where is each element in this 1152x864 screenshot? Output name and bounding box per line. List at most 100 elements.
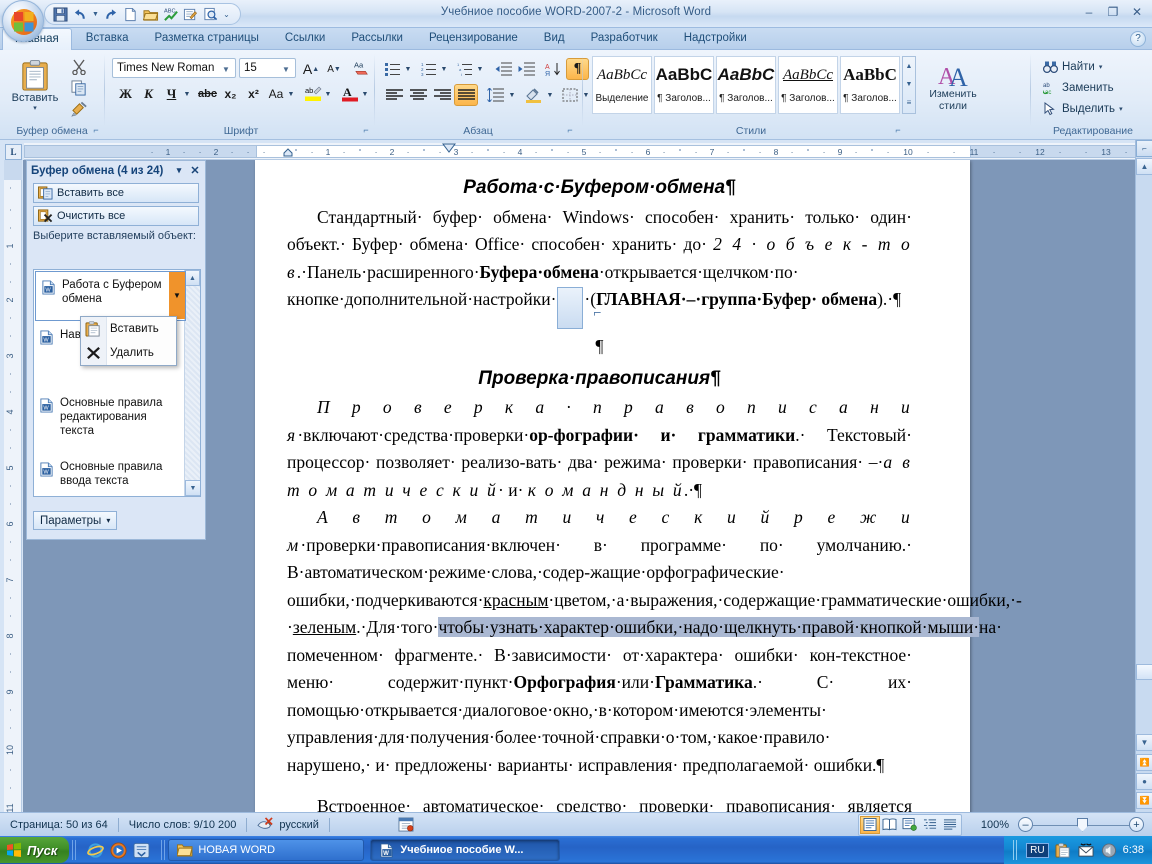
tab-vid[interactable]: Вид <box>532 28 577 50</box>
volume-tray-icon[interactable] <box>1101 843 1117 858</box>
shrink-font-button[interactable]: A▼ <box>323 58 345 80</box>
zoom-slider-track[interactable] <box>1033 818 1129 832</box>
clipboard-dialog-launcher[interactable]: ⌐ <box>90 124 102 136</box>
tray-clock[interactable]: 6:38 <box>1123 844 1144 856</box>
replace-button[interactable]: ab ac Заменить <box>1038 77 1146 98</box>
find-dropdown-arrow[interactable]: ▾ <box>1099 63 1103 71</box>
font-size-dropdown-arrow[interactable]: ▼ <box>279 59 293 79</box>
view-web-layout-button[interactable] <box>900 816 920 834</box>
font-dialog-launcher[interactable]: ⌐ <box>360 124 372 136</box>
view-draft-button[interactable] <box>940 816 960 834</box>
font-color-dropdown[interactable]: ▼ <box>359 83 371 105</box>
next-page-button[interactable]: ⏬ <box>1136 792 1152 809</box>
multilevel-list-button[interactable]: 1ai <box>454 58 476 80</box>
grow-font-button[interactable]: A▲ <box>300 58 322 80</box>
help-button[interactable]: ? <box>1130 31 1146 47</box>
find-button[interactable]: Найти ▾ <box>1038 56 1146 77</box>
zoom-level-label[interactable]: 100% <box>972 815 1018 834</box>
clipboard-list-scrollbar[interactable]: ▲ ▼ <box>184 270 200 496</box>
right-indent-marker[interactable] <box>440 143 460 155</box>
language-indicator[interactable]: RU <box>1026 843 1048 858</box>
taskbar-item-word[interactable]: W Учебниое пособие W... <box>370 839 560 861</box>
document-vertical-scrollbar[interactable]: ⌐ ▲ ▼ ⏫ ● ⏬ <box>1135 140 1152 812</box>
close-button[interactable]: ✕ <box>1126 3 1148 20</box>
change-case-dropdown[interactable]: ▼ <box>285 83 297 105</box>
scroll-up-button[interactable]: ▲ <box>1136 158 1152 175</box>
scroll-down-button[interactable]: ▼ <box>1136 734 1152 751</box>
context-menu-item-delete[interactable]: Удалить <box>81 341 176 365</box>
document-page[interactable]: Работа·с·Буфером·обмена¶ Стандартный· бу… <box>255 160 970 812</box>
underline-dropdown[interactable]: ▼ <box>181 83 193 105</box>
paste-dropdown-arrow[interactable]: ▾ <box>33 104 37 112</box>
first-line-indent-marker[interactable] <box>280 143 310 160</box>
status-word-count[interactable]: Число слов: 9/10 200 <box>119 815 247 834</box>
mail-tray-icon[interactable] <box>1077 843 1095 858</box>
show-desktop-icon[interactable] <box>133 842 150 859</box>
context-menu-item-paste[interactable]: Вставить <box>81 317 176 341</box>
tab-razmetka-stranicy[interactable]: Разметка страницы <box>143 28 271 50</box>
minimize-button[interactable]: – <box>1078 3 1100 20</box>
view-outline-button[interactable] <box>920 816 940 834</box>
underline-button[interactable]: Ч <box>160 83 183 105</box>
select-dropdown-arrow[interactable]: ▾ <box>1119 105 1123 113</box>
bullets-dropdown[interactable]: ▼ <box>402 58 414 80</box>
styles-more-button[interactable]: ≡ <box>903 93 915 111</box>
paragraph-dialog-launcher[interactable]: ⌐ <box>564 124 576 136</box>
view-print-layout-button[interactable] <box>860 816 880 834</box>
status-page-indicator[interactable]: Страница: 50 из 64 <box>0 815 118 834</box>
previous-page-button[interactable]: ⏫ <box>1136 754 1152 771</box>
strikethrough-button[interactable]: abc <box>196 83 219 105</box>
view-full-screen-reading-button[interactable] <box>880 816 900 834</box>
shading-dropdown[interactable]: ▼ <box>544 84 556 106</box>
style-item-0[interactable]: AaBbCc Выделение <box>592 56 652 114</box>
increase-indent-button[interactable] <box>515 58 538 80</box>
clipboard-scroll-down-button[interactable]: ▼ <box>185 480 201 496</box>
clipboard-items-list[interactable]: ▲ ▼ W Работа с Буфером обмена ▼ W Нав <box>33 269 201 497</box>
zoom-out-button[interactable]: – <box>1018 817 1033 832</box>
multilevel-dropdown[interactable]: ▼ <box>474 58 486 80</box>
status-proofing-indicator[interactable]: русский <box>247 815 328 834</box>
clipboard-item-0[interactable]: W Работа с Буфером обмена ▼ <box>35 271 186 321</box>
p3-selected-text[interactable]: чтобы·узнать·характер·ошибки,·надо·щелкн… <box>438 617 979 637</box>
change-case-button[interactable]: Aa <box>265 83 287 105</box>
paste-all-button[interactable]: Вставить все <box>33 183 199 203</box>
start-button[interactable]: Пуск <box>0 837 69 863</box>
clear-formatting-button[interactable]: Aa <box>351 57 375 80</box>
highlight-dropdown[interactable]: ▼ <box>322 83 334 105</box>
bullets-button[interactable] <box>382 58 404 80</box>
numbering-button[interactable]: 123 <box>418 58 440 80</box>
media-player-icon[interactable] <box>110 842 127 859</box>
align-left-button[interactable] <box>382 84 406 106</box>
change-styles-button[interactable]: A A Изменить стили <box>922 56 984 118</box>
sort-button[interactable]: AЯ <box>542 58 565 80</box>
style-item-1[interactable]: AaBbC ¶ Заголов... <box>654 56 714 114</box>
italic-button[interactable]: К <box>137 83 160 105</box>
zoom-slider-thumb[interactable] <box>1077 818 1088 832</box>
taskbar-item-folder[interactable]: НОВАЯ WORD <box>168 839 364 861</box>
tab-rassylki[interactable]: Рассылки <box>339 28 415 50</box>
zoom-in-button[interactable]: + <box>1129 817 1144 832</box>
shading-button[interactable] <box>522 84 545 106</box>
subscript-button[interactable]: x₂ <box>219 83 242 105</box>
tab-razrabotchik[interactable]: Разработчик <box>579 28 670 50</box>
clipboard-item-2[interactable]: W Основные правила редактирования текста <box>34 390 185 444</box>
select-browse-object-button[interactable]: ● <box>1136 773 1152 790</box>
bold-button[interactable]: Ж <box>114 83 137 105</box>
numbering-dropdown[interactable]: ▼ <box>438 58 450 80</box>
align-justify-button[interactable] <box>454 84 478 106</box>
clipboard-item-0-menu-button[interactable]: ▼ <box>169 272 185 319</box>
vertical-ruler[interactable]: · · · 1 · · 2 · · 3 · · 4 · · 5 · · 6 · … <box>4 160 22 812</box>
horizontal-ruler[interactable]: 2· ·· 1· ·· ·1· ·2· ·3· ·4· ·5· ·6· ·7· … <box>24 143 1152 160</box>
task-pane-dropdown-icon[interactable]: ▾ <box>171 165 187 176</box>
styles-scroll-up-button[interactable]: ▲ <box>903 57 915 75</box>
highlight-button[interactable]: ab <box>301 83 324 105</box>
line-spacing-dropdown[interactable]: ▼ <box>506 84 518 106</box>
document-text[interactable]: Работа·с·Буфером·обмена¶ Стандартный· бу… <box>287 174 912 812</box>
clear-all-button[interactable]: Очистить все <box>33 206 199 226</box>
tab-vstavka[interactable]: Вставка <box>74 28 141 50</box>
task-pane-close-icon[interactable]: ✕ <box>187 164 203 177</box>
cut-button[interactable] <box>68 56 90 77</box>
align-right-button[interactable] <box>430 84 454 106</box>
line-spacing-button[interactable] <box>484 84 507 106</box>
font-size-combo[interactable]: 15 ▼ <box>239 58 296 78</box>
